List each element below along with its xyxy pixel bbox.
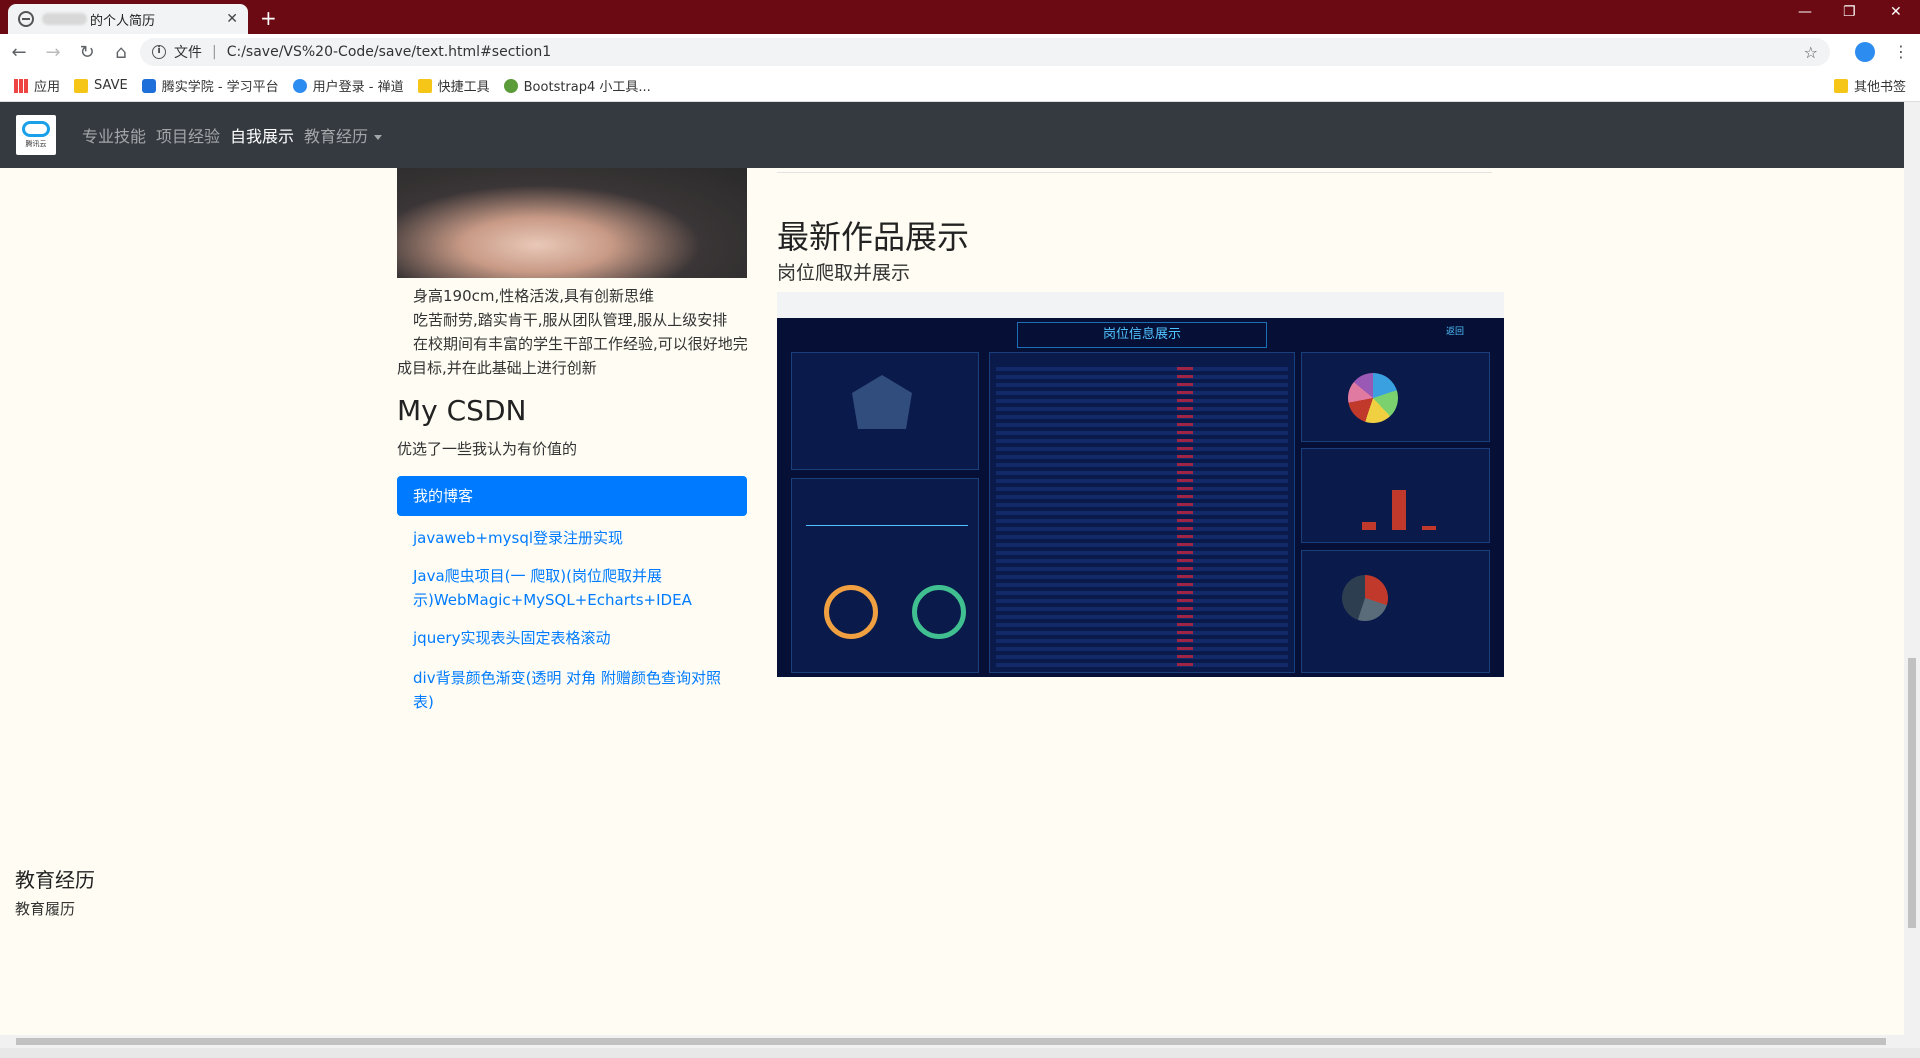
bookmark-save[interactable]: SAVE [74,78,128,93]
bookmark-chandao[interactable]: 用户登录 - 禅道 [292,76,404,95]
profile-photo [397,168,747,278]
csdn-subtitle: 优选了一些我认为有价值的 [397,440,578,458]
chevron-down-icon [374,135,383,140]
screenshot-panel-pie2 [1301,550,1490,673]
site-icon [503,78,518,93]
screenshot-back: 返回 [1445,327,1464,337]
brand-logo[interactable]: 腾讯云 [16,115,56,155]
screenshot-panel-line [791,478,979,673]
address-url: C:/save/VS%20-Code/save/text.html#sectio… [226,44,552,60]
page-content: 腾讯云 专业技能 项目经验 自我展示 教育经历 身高190cm,性格活泼,具有创… [0,102,1904,1035]
works-title: 最新作品展示 [777,218,970,256]
scrollbar-thumb[interactable] [1908,658,1916,928]
bookmarks-bar: 应用 SAVE 腾实学院 - 学习平台 用户登录 - 禅道 快捷工具 Boots… [0,70,1920,102]
browser-tab[interactable]: 的个人简历 ✕ [8,4,248,34]
bar [1422,526,1436,530]
pie-chart [1348,373,1398,423]
reload-icon[interactable]: ↻ [72,42,102,63]
screenshot-title: 岗位信息展示 [1017,322,1267,348]
blurred-name [42,13,87,25]
brand-text: 腾讯云 [25,140,47,148]
bookmark-apps[interactable]: 应用 [14,76,60,95]
close-tab-icon[interactable]: ✕ [226,11,238,27]
ring-chart [824,585,878,639]
folder-icon [417,78,432,93]
browser-toolbar: ← → ↻ ⌂ i 文件 | C:/save/VS%20-Code/save/t… [0,34,1920,70]
vertical-scrollbar[interactable] [1904,102,1920,1035]
bookmark-label: SAVE [94,78,128,93]
screenshot-panel-pie [1301,352,1490,442]
back-arrow-icon[interactable]: ← [4,42,34,63]
bookmark-label: Bootstrap4 小工具... [523,80,651,95]
nav-education-label: 教育经历 [304,127,369,146]
bookmark-label: 用户登录 - 禅道 [312,80,404,95]
bar [1362,522,1376,530]
profile-bio: 身高190cm,性格活泼,具有创新思维 吃苦耐劳,踏实肯干,服从团队管理,服从上… [397,284,757,380]
folder-icon [74,78,89,93]
blog-link[interactable]: javaweb+mysql登录注册实现 [413,526,733,550]
table-rows [996,367,1288,668]
line-series [806,525,968,526]
bookmark-bootstrap[interactable]: Bootstrap4 小工具... [503,76,651,95]
forward-arrow-icon[interactable]: → [38,42,68,63]
globe-icon [18,11,34,27]
bookmark-label: 其他书签 [1853,80,1906,95]
pie-chart [1342,575,1388,621]
horizontal-scrollbar[interactable] [0,1035,1920,1048]
site-icon [292,78,307,93]
blog-link[interactable]: div背景颜色渐变(透明 对角 附赠颜色查询对照表) [413,666,733,714]
screenshot-panel-table [989,352,1295,673]
screenshot-panel-radar [791,352,979,470]
address-bar[interactable]: i 文件 | C:/save/VS%20-Code/save/text.html… [140,38,1830,66]
maximize-button[interactable]: ❐ [1843,4,1856,20]
address-separator: | [212,44,217,60]
tab-title: 的个人简历 [90,13,156,29]
folder-icon [1833,78,1848,93]
csdn-title: My CSDN [397,394,527,427]
new-tab-button[interactable]: + [260,6,277,30]
bookmark-star-icon[interactable]: ☆ [1804,43,1818,62]
bookmark-label: 腾实学院 - 学习平台 [161,80,279,95]
bookmark-label: 应用 [34,80,61,95]
apps-grid-icon [14,78,28,93]
works-screenshot: 岗位信息展示 返回 [777,292,1504,677]
taskbar [0,1048,1920,1058]
ring-chart [912,585,966,639]
bookmark-other[interactable]: 其他书签 [1833,76,1906,95]
nav-showcase[interactable]: 自我展示 [230,123,294,147]
scrollbar-thumb[interactable] [16,1038,1886,1045]
screenshot-browser-bar [777,292,1504,318]
bio-line: 在校期间有丰富的学生干部工作经验,可以很好地完成目标,并在此基础上进行创新 [397,335,748,377]
close-window-button[interactable]: ✕ [1890,4,1902,20]
minimize-button[interactable]: — [1798,4,1812,20]
radar-shape [852,375,912,429]
extension-icon[interactable] [1855,42,1875,62]
works-subtitle: 岗位爬取并展示 [777,262,911,284]
bookmark-label: 快捷工具 [437,80,490,95]
menu-icon[interactable]: ⋮ [1893,42,1909,61]
bio-line: 身高190cm,性格活泼,具有创新思维 [413,287,655,305]
screenshot-panel-bar [1301,448,1490,543]
education-title: 教育经历 [15,868,95,892]
blog-link[interactable]: Java爬虫项目(一 爬取)(岗位爬取并展示)WebMagic+MySQL+Ec… [413,564,733,612]
bio-line: 吃苦耐劳,踏实肯干,服从团队管理,服从上级安排 [413,311,728,329]
cloud-icon [22,121,50,137]
education-subtitle: 教育履历 [15,900,76,918]
nav-projects[interactable]: 项目经验 [156,123,220,147]
site-icon [141,78,156,93]
nav-education[interactable]: 教育经历 [304,123,383,147]
bookmark-tools[interactable]: 快捷工具 [417,76,490,95]
home-icon[interactable]: ⌂ [106,42,136,63]
address-prefix: 文件 [174,45,202,61]
site-navbar: 腾讯云 专业技能 项目经验 自我展示 教育经历 [0,102,1904,168]
info-icon[interactable]: i [152,45,166,59]
bar [1392,490,1406,530]
bookmark-tengshi[interactable]: 腾实学院 - 学习平台 [141,76,279,95]
nav-skills[interactable]: 专业技能 [82,123,146,147]
browser-title-bar: 的个人简历 ✕ + — ❐ ✕ [0,0,1920,34]
section-divider [777,172,1492,173]
blog-link[interactable]: jquery实现表头固定表格滚动 [413,626,733,650]
my-blog-item[interactable]: 我的博客 [397,476,747,516]
